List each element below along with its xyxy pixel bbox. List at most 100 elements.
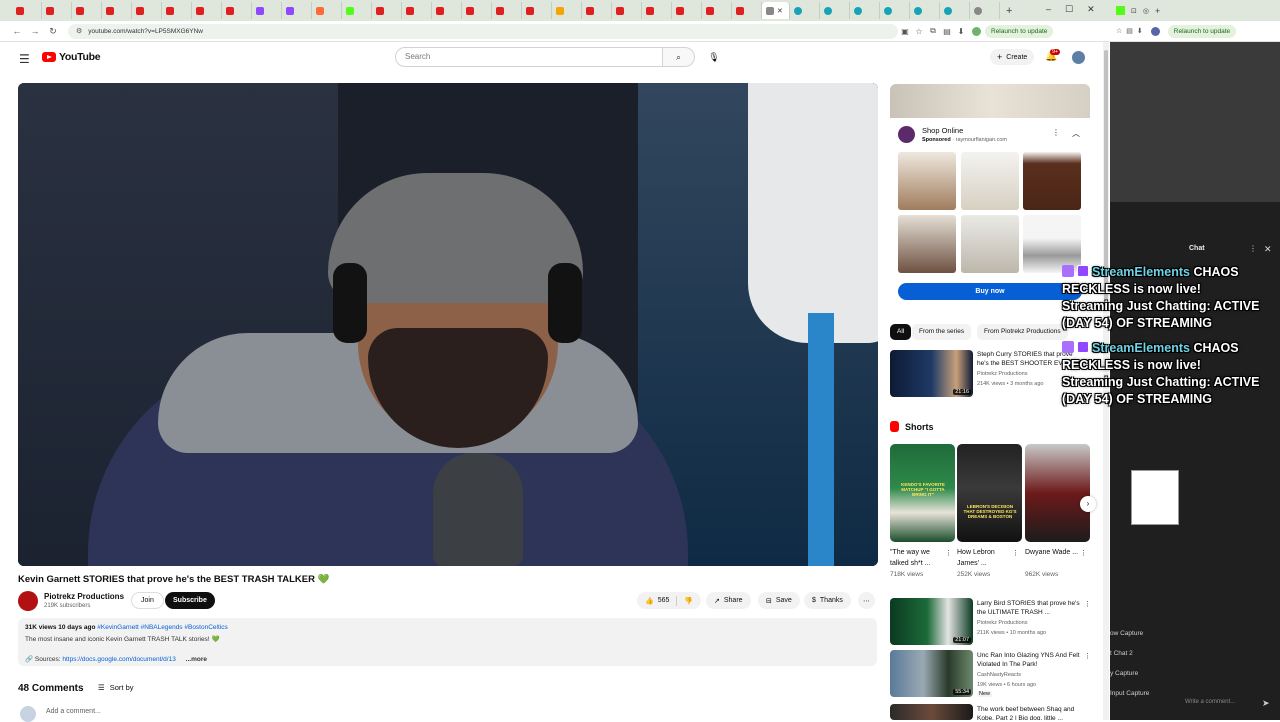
reload-icon[interactable]: ↻ (44, 26, 62, 37)
ad-collapse-icon[interactable]: ︿ (1072, 128, 1080, 139)
browser-tab[interactable] (402, 2, 432, 19)
downloads-icon[interactable]: ⬇ (954, 27, 968, 36)
shorts-next-arrow-icon[interactable]: › (1080, 496, 1096, 512)
browser-tab[interactable] (312, 2, 342, 19)
rec-title[interactable]: Larry Bird STORIES that prove he's the U… (977, 599, 1082, 617)
rec-thumbnail[interactable] (890, 704, 973, 720)
short-menu-icon[interactable]: ⋮ (1080, 549, 1087, 557)
browser-tab[interactable] (612, 2, 642, 19)
browser-tab[interactable] (552, 2, 582, 19)
browser-tab[interactable] (850, 2, 880, 19)
chat-menu-icon[interactable]: ⋮ (1249, 244, 1257, 253)
voice-search-icon[interactable]: 🎙 (706, 49, 722, 65)
short-thumbnail[interactable] (1025, 444, 1090, 542)
browser-tab[interactable] (462, 2, 492, 19)
thanks-button[interactable]: $ Thanks (804, 592, 851, 609)
ad-title[interactable]: Shop Online (922, 126, 963, 135)
description-hashtags[interactable]: #KevinGarnett #NBALegends #BostonCeltics (97, 624, 227, 631)
browser-tab[interactable] (582, 2, 612, 19)
add-comment-input[interactable]: Add a comment... (46, 708, 101, 715)
omnibox[interactable]: ⚙ youtube.com/watch?v=LP5SMXG6YNw (68, 23, 898, 39)
download-icon[interactable]: ⬇ (1137, 27, 1143, 35)
browser-tab[interactable] (252, 2, 282, 19)
browser-tab[interactable] (192, 2, 222, 19)
share-button[interactable]: ↗ Share (706, 592, 751, 609)
ad-product-image[interactable] (961, 215, 1019, 273)
more-actions-button[interactable]: ⋯ (858, 592, 875, 609)
send-icon[interactable]: ➤ (1262, 698, 1270, 709)
browser-tab[interactable] (42, 2, 72, 19)
browser-tab[interactable] (342, 2, 372, 19)
browser-tab[interactable] (492, 2, 522, 19)
browser-tab[interactable] (702, 2, 732, 19)
profile-avatar[interactable] (1150, 26, 1160, 36)
short-menu-icon[interactable]: ⋮ (1012, 549, 1019, 557)
video-player[interactable] (18, 83, 878, 566)
rec-channel[interactable]: Piotrekz Productions (977, 620, 1027, 626)
browser-tab[interactable] (282, 2, 312, 19)
rec-channel[interactable]: CashNastyReacts (977, 672, 1021, 678)
ad-menu-icon[interactable]: ⋮ (1052, 128, 1060, 137)
chip-from-series[interactable]: From the series (912, 324, 972, 340)
browser-tab[interactable] (132, 2, 162, 19)
browser-tab[interactable] (222, 2, 252, 19)
star-icon[interactable]: ☆ (1116, 27, 1122, 35)
short-menu-icon[interactable]: ⋮ (945, 549, 952, 557)
subscribe-button[interactable]: Subscribe (165, 592, 215, 609)
ad-product-image[interactable] (898, 152, 956, 210)
join-button[interactable]: Join (131, 592, 164, 609)
rec-menu-icon[interactable]: ⋮ (1084, 600, 1091, 608)
site-info-icon[interactable]: ⚙ (76, 27, 82, 35)
youtube-logo[interactable]: YouTube (42, 51, 101, 63)
browser-tab[interactable] (880, 2, 910, 19)
browser-tab[interactable] (522, 2, 552, 19)
install-icon[interactable]: ▣ (898, 27, 912, 36)
globe-tab-icon[interactable]: ◎ (1143, 7, 1149, 15)
profile-avatar[interactable] (972, 26, 981, 36)
ad-banner-image[interactable] (890, 84, 1090, 118)
search-input[interactable]: Search (395, 47, 663, 67)
maximize-icon[interactable]: ☐ (1065, 4, 1073, 15)
browser-tab[interactable] (790, 2, 820, 19)
kick-tab-icon[interactable] (1116, 6, 1125, 15)
browser-tab[interactable] (72, 2, 102, 19)
short-title[interactable]: Dwyane Wade ... (1025, 547, 1080, 558)
browser-tab[interactable] (940, 2, 970, 19)
rec-thumbnail[interactable]: 55:34 (890, 650, 973, 697)
browser-tab[interactable] (642, 2, 672, 19)
rec-channel[interactable]: Piotrekz Productions (977, 371, 1027, 377)
channel-name[interactable]: Piotrekz Productions (44, 592, 124, 601)
chat-close-icon[interactable]: ✕ (1264, 244, 1272, 255)
sources-link[interactable]: https://docs.google.com/document/d/13 (62, 656, 175, 663)
short-thumbnail[interactable]: LEBRON'S DECISION THAT DESTROYED KG'S DR… (957, 444, 1022, 542)
tab-close-icon[interactable]: ✕ (777, 7, 783, 15)
extensions-icon[interactable]: ⧉ (926, 26, 940, 36)
minimize-icon[interactable]: – (1046, 4, 1051, 15)
active-tab[interactable]: ✕ (762, 2, 790, 19)
browser-tab[interactable] (12, 2, 42, 19)
rec-thumbnail[interactable]: 21:16 (890, 350, 973, 397)
rec-menu-icon[interactable]: ⋮ (1084, 652, 1091, 660)
new-tab-icon[interactable]: + (1155, 6, 1160, 16)
browser-tab[interactable] (820, 2, 850, 19)
forward-icon[interactable]: → (26, 26, 44, 36)
browser-tab[interactable] (672, 2, 702, 19)
like-button[interactable]: 👍 565 👎 (637, 592, 702, 609)
create-button[interactable]: + Create (990, 49, 1035, 65)
ad-product-image[interactable] (961, 152, 1019, 210)
browser-tab[interactable] (372, 2, 402, 19)
chat-input[interactable]: Write a comment... (1185, 699, 1235, 705)
ad-product-image[interactable] (898, 215, 956, 273)
hamburger-menu-icon[interactable]: ☰ (19, 52, 30, 66)
source-item[interactable]: t Chat 2 (1110, 650, 1133, 657)
source-item[interactable]: y Capture (1110, 670, 1138, 677)
page-scroll-thumb[interactable] (1104, 50, 1108, 300)
close-window-icon[interactable]: ✕ (1087, 4, 1095, 15)
save-button[interactable]: ⊟ Save (758, 592, 800, 609)
thumbs-down-icon[interactable]: 👎 (684, 597, 693, 605)
browser-tab[interactable] (432, 2, 462, 19)
new-tab-icon[interactable]: + (1006, 5, 1012, 17)
browser-tab[interactable] (732, 2, 762, 19)
more-link[interactable]: ...more (186, 656, 207, 663)
browser-tab[interactable] (910, 2, 940, 19)
